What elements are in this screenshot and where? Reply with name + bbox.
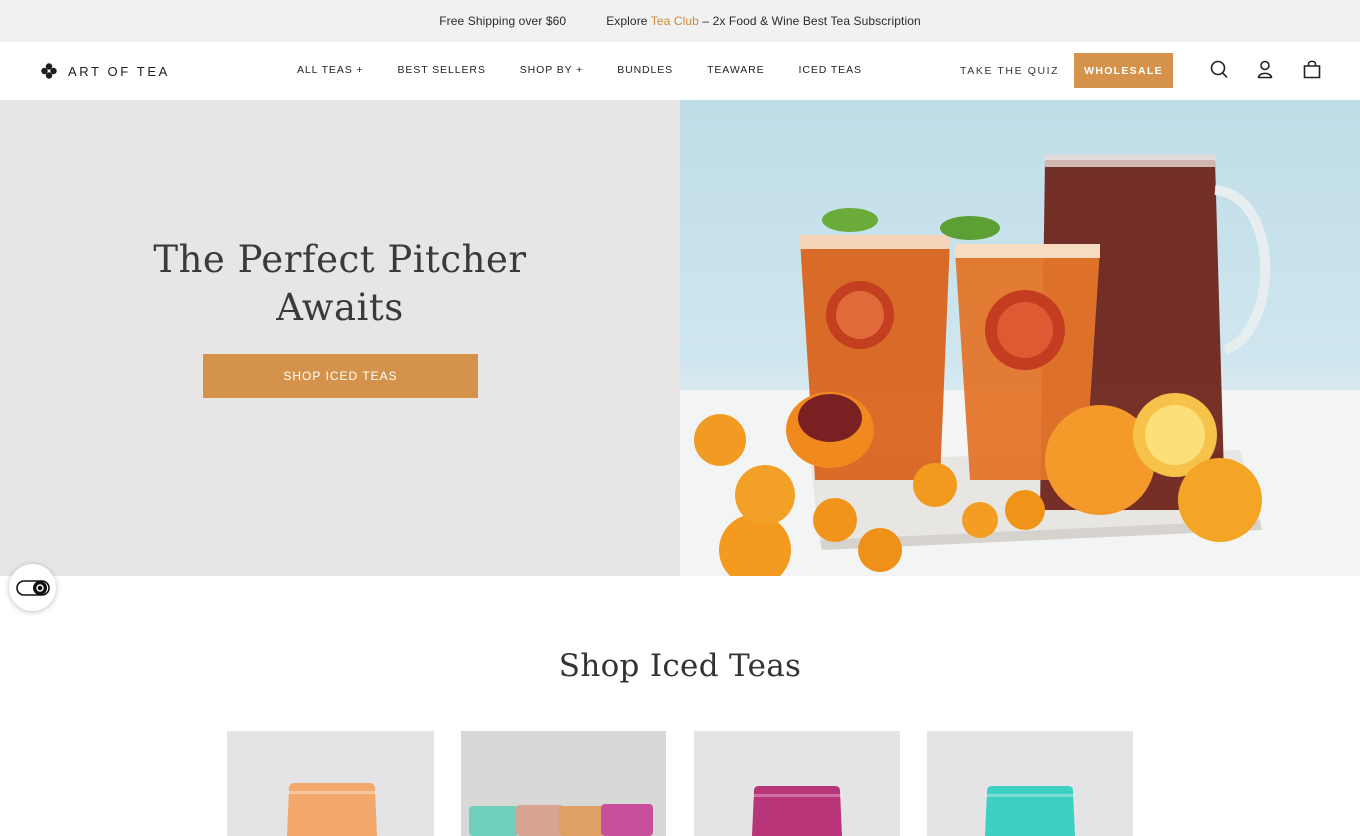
wholesale-button[interactable]: WHOLESALE: [1074, 53, 1173, 88]
accessibility-button[interactable]: [9, 564, 56, 611]
nav-iced-teas[interactable]: ICED TEAS: [799, 64, 862, 76]
nav-best-sellers[interactable]: BEST SELLERS: [398, 64, 486, 76]
nav-bundles[interactable]: BUNDLES: [617, 64, 673, 76]
pouch: [601, 804, 653, 836]
product-card[interactable]: [461, 731, 666, 836]
hero-title: The Perfect Pitcher Awaits: [0, 236, 680, 332]
announcement-bar: Free Shipping over $60 Explore Tea Club …: [0, 0, 1360, 42]
iced-tea-illustration: [680, 155, 1360, 576]
hero-panel: [0, 100, 680, 576]
pouch: [469, 806, 519, 836]
product-card[interactable]: [227, 731, 434, 836]
shop-iced-teas-button[interactable]: SHOP ICED TEAS: [203, 354, 478, 398]
hero-image: [680, 100, 1360, 576]
accessibility-toggle-icon: [15, 579, 50, 596]
explore-prefix: Explore: [606, 14, 651, 28]
pouch: [287, 783, 377, 836]
logo-mark-icon: [41, 63, 57, 79]
product-bundle-image: [469, 804, 653, 836]
account-icon[interactable]: [1253, 58, 1277, 82]
take-quiz-link[interactable]: TAKE THE QUIZ: [960, 65, 1059, 77]
search-icon[interactable]: [1207, 58, 1231, 82]
free-shipping-text: Free Shipping over $60: [439, 14, 567, 28]
pouch: [559, 806, 605, 836]
product-card[interactable]: [694, 731, 900, 836]
pouch: [985, 786, 1075, 836]
tea-club-link[interactable]: Tea Club: [651, 14, 699, 28]
hero-title-line-1: The Perfect Pitcher: [153, 238, 527, 281]
nav-teaware[interactable]: TEAWARE: [707, 64, 764, 76]
product-card[interactable]: [927, 731, 1133, 836]
tea-club-promo[interactable]: Explore Tea Club – 2x Food & Wine Best T…: [606, 14, 921, 28]
product-pouch-image: [752, 786, 842, 836]
product-pouch-image: [985, 786, 1075, 836]
section-title: Shop Iced Teas: [558, 648, 802, 684]
main-nav: ALL TEAS + BEST SELLERS SHOP BY + BUNDLE…: [297, 64, 896, 76]
pouch: [516, 805, 564, 836]
nav-shop-by[interactable]: SHOP BY +: [520, 64, 583, 76]
explore-suffix: – 2x Food & Wine Best Tea Subscription: [698, 14, 921, 28]
cart-icon[interactable]: [1300, 58, 1324, 82]
logo[interactable]: ART OF TEA: [40, 62, 170, 80]
site-header: ART OF TEA ALL TEAS + BEST SELLERS SHOP …: [0, 42, 1360, 100]
product-pouch-image: [287, 783, 377, 836]
nav-all-teas[interactable]: ALL TEAS +: [297, 64, 364, 76]
hero-title-line-2: Awaits: [276, 286, 404, 329]
logo-text: ART OF TEA: [68, 63, 170, 79]
pouch: [752, 786, 842, 836]
